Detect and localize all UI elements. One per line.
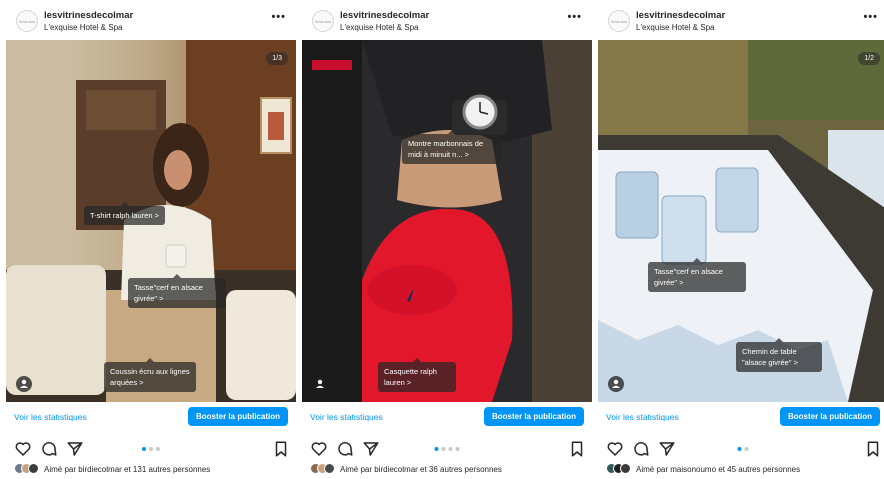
action-bar [6,438,296,460]
liker-avatars [14,463,40,475]
stats-bar: Voir les statistiques Booster la publica… [302,402,592,432]
post-3: lesvitrines lesvitrinesdecolmar L'exquis… [598,0,884,479]
post-header: lesvitrines lesvitrinesdecolmar L'exquis… [598,0,884,40]
photo-red-cap-watch [302,40,592,402]
bookmark-icon[interactable] [272,440,290,458]
heart-icon[interactable] [606,440,624,458]
username[interactable]: lesvitrinesdecolmar [340,10,429,21]
stats-bar: Voir les statistiques Booster la publica… [6,402,296,432]
product-tag-cap[interactable]: Casquette ralph lauren > [378,358,456,392]
carousel-dots [142,447,160,451]
carousel-dots [737,447,749,451]
username[interactable]: lesvitrinesdecolmar [636,10,725,21]
product-tag-mug[interactable]: Tasse"cerf en alsace givrée" > [648,258,746,292]
avatar-logo-text: lesvitrines [610,18,628,24]
profile-avatar[interactable]: lesvitrines [16,10,38,32]
view-stats-link[interactable]: Voir les statistiques [310,412,383,422]
post-photo[interactable]: 1/3 T-shirt ralph lauren > Tasse"cerf en… [6,40,296,402]
location[interactable]: L'exquise Hotel & Spa [636,23,714,32]
liker-avatar [620,463,631,474]
product-tag-cushion[interactable]: Coussin écru aux lignes arquées > [104,358,196,392]
username[interactable]: lesvitrinesdecolmar [44,10,133,21]
post-header: lesvitrines lesvitrinesdecolmar L'exquis… [6,0,296,40]
bookmark-icon[interactable] [568,440,586,458]
post-photo[interactable]: 1/2 Tasse"cerf en alsace givrée" > Chemi… [598,40,884,402]
liker-avatar [324,463,335,474]
post-header: lesvitrines lesvitrinesdecolmar L'exquis… [302,0,592,40]
action-bar [598,438,884,460]
likes-row[interactable]: Aimé par birdiecolmar et 131 autres pers… [14,462,210,476]
likes-text[interactable]: Aimé par birdiecolmar et 36 autres perso… [340,465,502,474]
carousel-dots [434,447,460,451]
likes-text[interactable]: Aimé par maisonoumo et 45 autres personn… [636,465,800,474]
send-icon[interactable] [66,440,84,458]
liker-avatar [28,463,39,474]
instagram-posts-grid: lesvitrines lesvitrinesdecolmar L'exquis… [0,0,884,479]
product-tag-table-runner[interactable]: Chemin de table "alsace givrée" > [736,338,822,372]
location[interactable]: L'exquise Hotel & Spa [340,23,418,32]
post-1: lesvitrines lesvitrinesdecolmar L'exquis… [6,0,296,479]
action-bar [302,438,592,460]
liker-avatars [606,463,632,475]
comment-icon[interactable] [40,440,58,458]
carousel-dot [744,447,749,451]
carousel-dot [142,447,146,451]
carousel-dot [448,447,453,451]
profile-avatar[interactable]: lesvitrines [608,10,630,32]
view-stats-link[interactable]: Voir les statistiques [606,412,679,422]
more-options-icon[interactable]: ••• [271,11,286,23]
avatar-logo-text: lesvitrines [18,18,36,24]
carousel-dot [737,447,742,451]
boost-post-button[interactable]: Booster la publication [483,407,584,426]
more-options-icon[interactable]: ••• [863,11,878,23]
likes-row[interactable]: Aimé par maisonoumo et 45 autres personn… [606,462,800,476]
carousel-dot [156,447,160,451]
avatar-logo-text: lesvitrines [314,18,332,24]
send-icon[interactable] [658,440,676,458]
carousel-counter: 1/3 [266,52,288,65]
send-icon[interactable] [362,440,380,458]
stats-bar: Voir les statistiques Booster la publica… [598,402,884,432]
more-options-icon[interactable]: ••• [567,11,582,23]
carousel-counter: 1/2 [858,52,880,65]
product-tag-mug[interactable]: Tasse"cerf en alsace givrée" > [128,274,226,308]
location[interactable]: L'exquise Hotel & Spa [44,23,122,32]
tagged-people-icon[interactable] [16,376,32,392]
heart-icon[interactable] [310,440,328,458]
boost-post-button[interactable]: Booster la publication [187,407,288,426]
profile-avatar[interactable]: lesvitrines [312,10,334,32]
comment-icon[interactable] [336,440,354,458]
liker-avatars [310,463,336,475]
likes-row[interactable]: Aimé par birdiecolmar et 36 autres perso… [310,462,502,476]
boost-post-button[interactable]: Booster la publication [779,407,880,426]
likes-text[interactable]: Aimé par birdiecolmar et 131 autres pers… [44,465,210,474]
bookmark-icon[interactable] [864,440,882,458]
heart-icon[interactable] [14,440,32,458]
tagged-people-icon[interactable] [312,376,328,392]
post-photo[interactable]: Montre marbonnais de midi à minuit n... … [302,40,592,402]
comment-icon[interactable] [632,440,650,458]
carousel-dot [434,447,439,451]
product-tag-tshirt[interactable]: T-shirt ralph lauren > [84,202,165,225]
carousel-dot [441,447,446,451]
carousel-dot [149,447,153,451]
post-2: lesvitrines lesvitrinesdecolmar L'exquis… [302,0,592,479]
product-tag-watch[interactable]: Montre marbonnais de midi à minuit n... … [402,130,502,164]
view-stats-link[interactable]: Voir les statistiques [14,412,87,422]
tagged-people-icon[interactable] [608,376,624,392]
carousel-dot [455,447,460,451]
